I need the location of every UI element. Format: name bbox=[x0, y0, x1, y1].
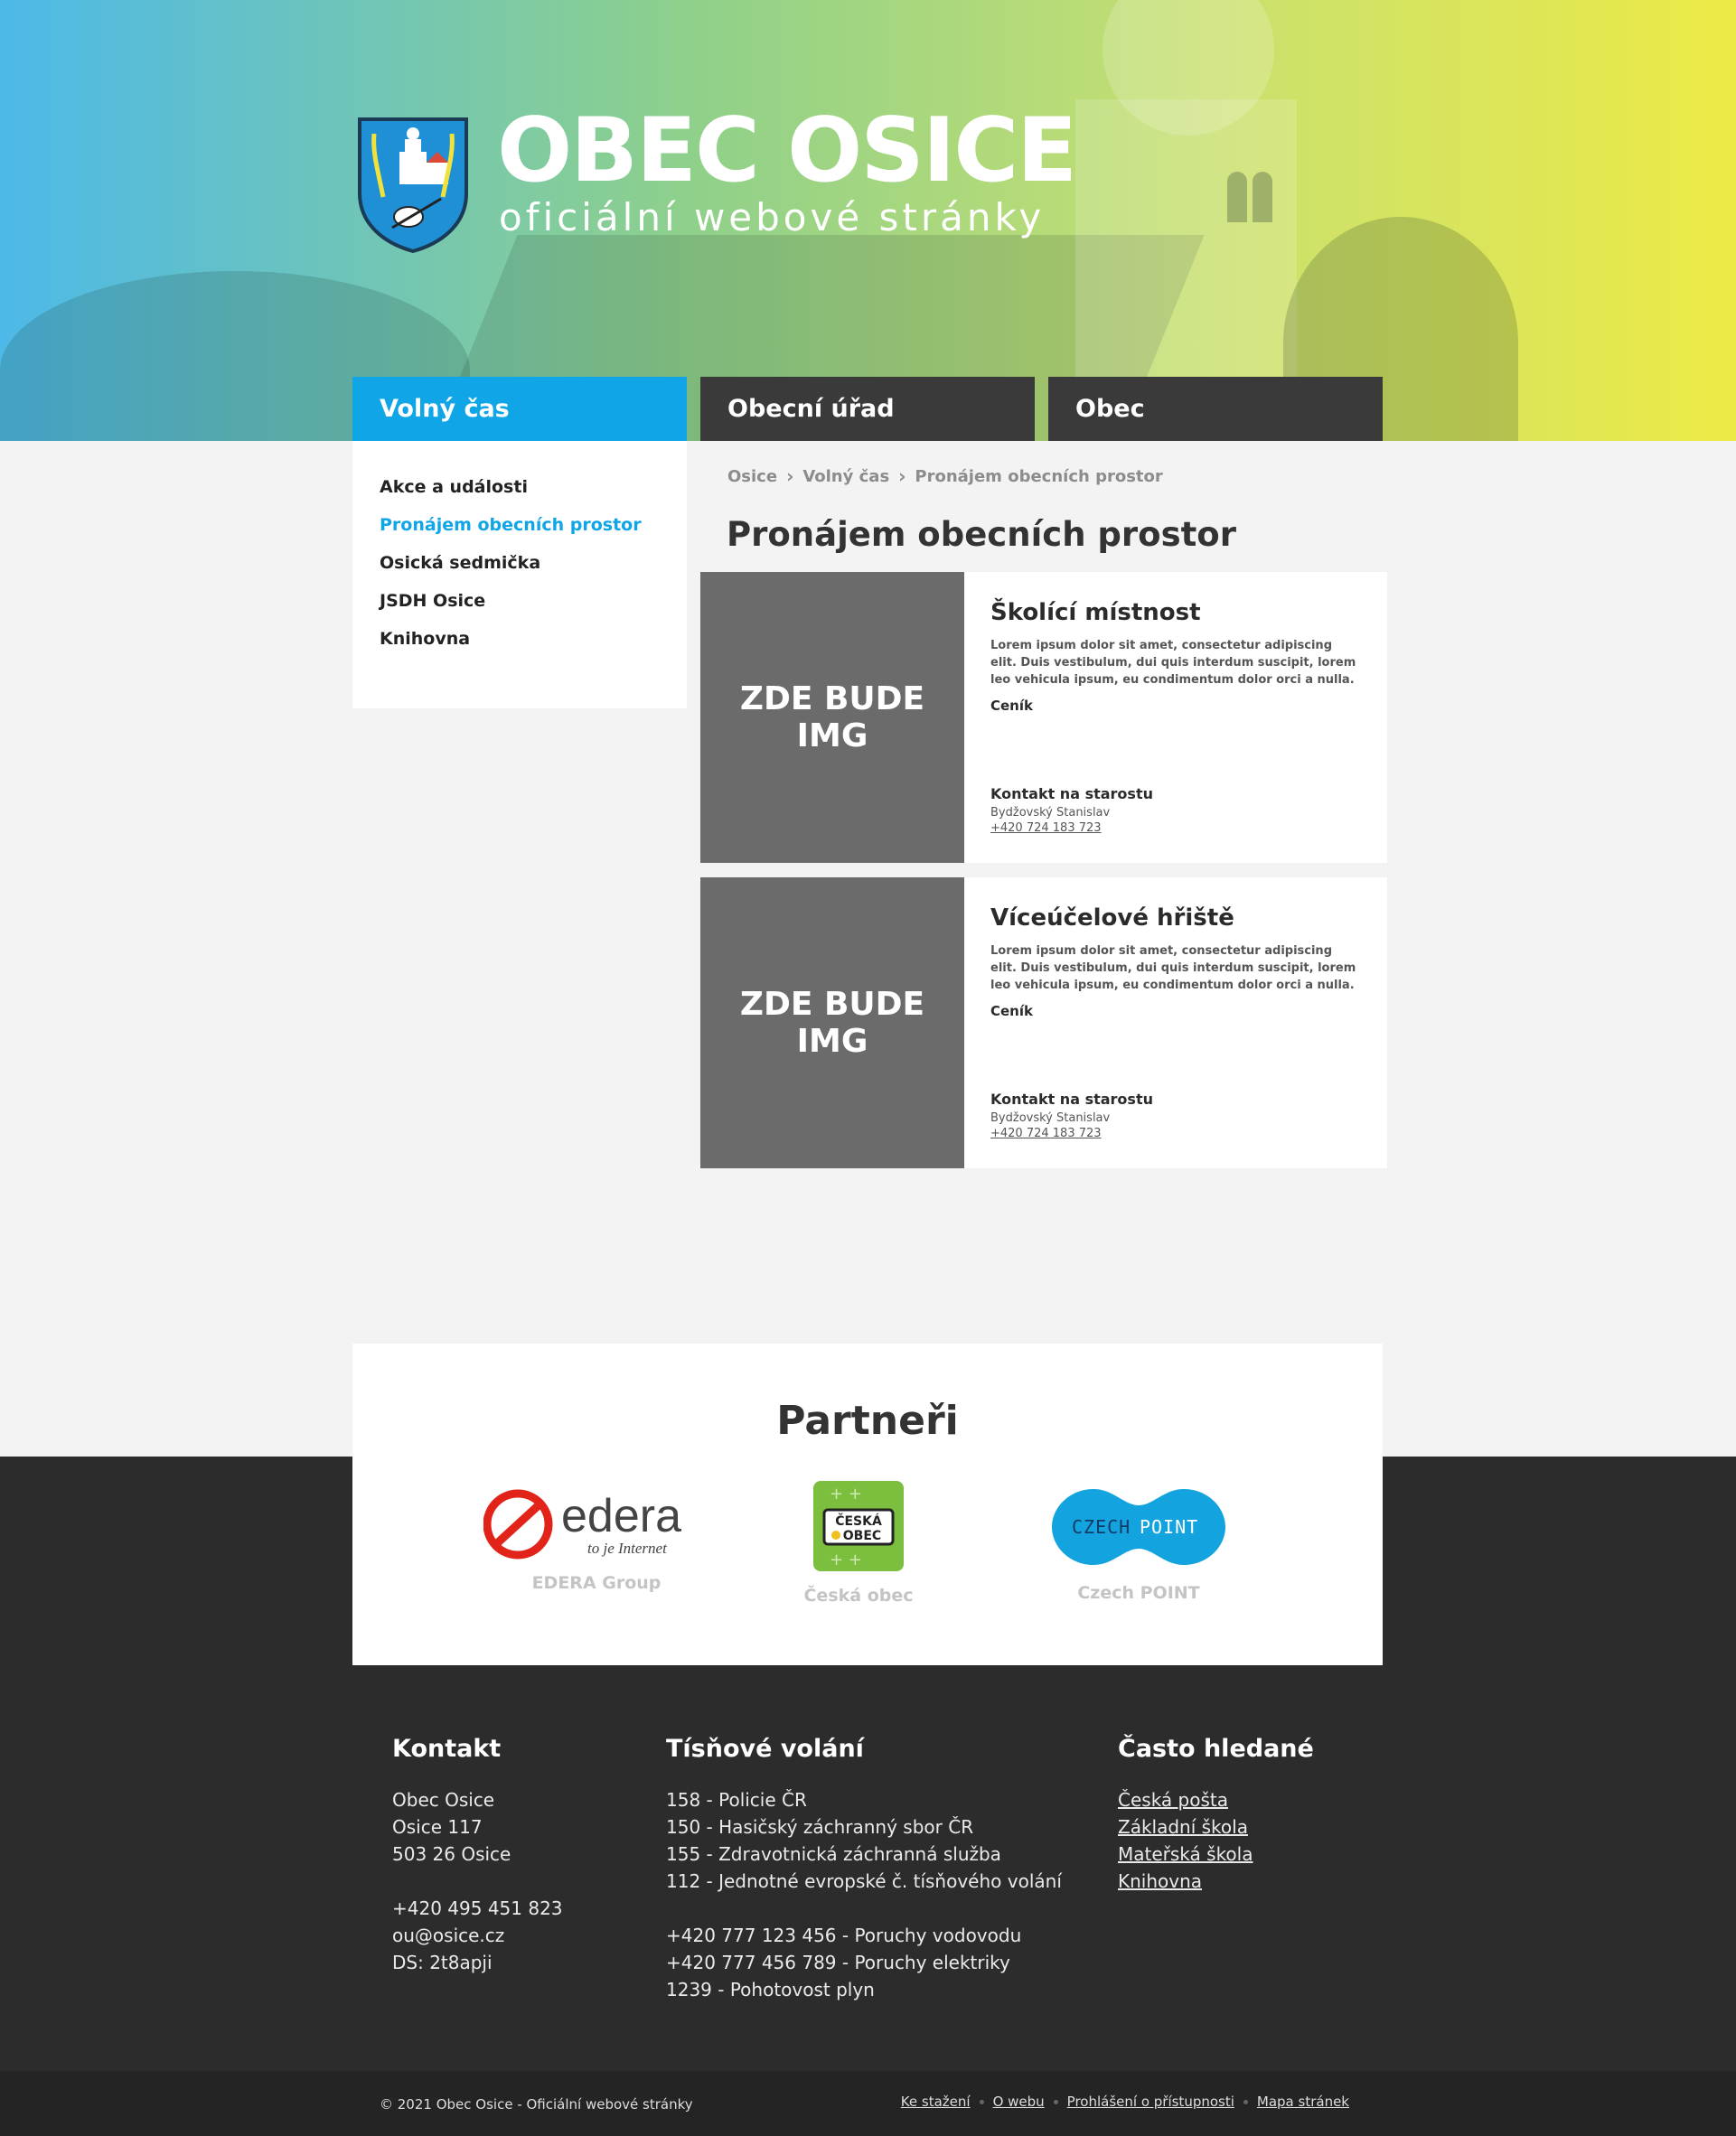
ceska-obec-logo-text: OBEC bbox=[843, 1529, 881, 1543]
edera-logo-tagline: to je Internet bbox=[587, 1540, 668, 1557]
footer-line: 503 26 Osice bbox=[392, 1843, 511, 1865]
card-title: Školící místnost bbox=[990, 599, 1201, 626]
site-title[interactable]: OBEC OSICE bbox=[497, 107, 1077, 195]
partner-czech-point[interactable]: CZECH POINT Czech POINT bbox=[1044, 1484, 1234, 1603]
coat-of-arms-logo[interactable] bbox=[356, 116, 470, 253]
rental-card: ZDE BUDE IMG Víceúčelové hřiště Lorem ip… bbox=[700, 877, 1387, 1168]
partners-section: Partneři edera to je Internet EDERA Grou… bbox=[352, 1344, 1383, 1665]
footer-line: +420 777 123 456 - Poruchy vodovodu bbox=[666, 1925, 1022, 1946]
footer-heading: Kontakt bbox=[392, 1735, 502, 1763]
tab-obec[interactable]: Obec bbox=[1048, 377, 1383, 441]
chevron-right-icon: › bbox=[898, 465, 906, 487]
separator-dot bbox=[1053, 2099, 1058, 2104]
sidebar-item-jsdh[interactable]: JSDH Osice bbox=[380, 582, 660, 620]
partner-name: EDERA Group bbox=[531, 1573, 662, 1593]
contact-label: Kontakt na starostu bbox=[990, 785, 1153, 802]
copyright: © 2021 Obec Osice - Oficiální webové str… bbox=[380, 2096, 693, 2113]
svg-text:+ +: + + bbox=[830, 1485, 862, 1504]
partner-name: Česká obec bbox=[803, 1586, 914, 1606]
footer-heading: Často hledané bbox=[1118, 1735, 1314, 1763]
footer-line: 150 - Hasičský záchranný sbor ČR bbox=[666, 1816, 974, 1838]
price-link[interactable]: Ceník bbox=[990, 698, 1361, 714]
breadcrumb: Osice › Volný čas › Pronájem obecních pr… bbox=[727, 465, 1163, 487]
svg-text:+ +: + + bbox=[830, 1550, 862, 1569]
footer-line: 1239 - Pohotovost plyn bbox=[666, 1979, 875, 2000]
breadcrumb-item[interactable]: Osice bbox=[727, 467, 777, 486]
edera-logo-text: edera bbox=[561, 1490, 681, 1542]
hero-window bbox=[1227, 172, 1247, 222]
footer-line: +420 777 456 789 - Poruchy elektriky bbox=[666, 1952, 1010, 1973]
czech-point-logo-icon: CZECH POINT bbox=[1052, 1489, 1225, 1565]
card-title: Víceúčelové hřiště bbox=[990, 904, 1234, 932]
partner-name: Czech POINT bbox=[1077, 1583, 1200, 1603]
czech-point-logo-text: CZECH bbox=[1072, 1516, 1131, 1538]
contact-label: Kontakt na starostu bbox=[990, 1091, 1153, 1108]
footer-casto: Často hledané Česká pošta Základní škola… bbox=[1118, 1735, 1314, 1895]
bottom-bar bbox=[0, 2071, 1736, 2136]
separator-dot bbox=[1243, 2099, 1248, 2104]
sidebar: Akce a události Pronájem obecních prosto… bbox=[352, 441, 687, 708]
bottom-link[interactable]: Prohlášení o přístupnosti bbox=[1067, 2094, 1234, 2110]
partners-title: Partneři bbox=[776, 1398, 959, 1444]
edera-logo-icon: edera to je Internet bbox=[483, 1489, 681, 1560]
sidebar-item-akce[interactable]: Akce a události bbox=[380, 468, 660, 506]
ceska-obec-logo-icon: ČESKÁ OBEC + + + + bbox=[813, 1481, 904, 1571]
breadcrumb-item: Pronájem obecních prostor bbox=[915, 466, 1163, 486]
footer-email[interactable]: ou@osice.cz bbox=[392, 1922, 563, 1949]
footer-spacer bbox=[392, 1868, 563, 1895]
footer-spacer bbox=[666, 1895, 1062, 1922]
bottom-link[interactable]: Ke stažení bbox=[901, 2094, 971, 2110]
image-placeholder: ZDE BUDE IMG bbox=[700, 877, 964, 1168]
tab-volny-cas[interactable]: Volný čas bbox=[352, 377, 687, 441]
chevron-right-icon: › bbox=[786, 465, 794, 487]
tab-obecni-urad[interactable]: Obecní úřad bbox=[700, 377, 1035, 441]
price-link[interactable]: Ceník bbox=[990, 1003, 1361, 1019]
footer-link[interactable]: Česká pošta bbox=[1118, 1786, 1314, 1813]
footer-tisnove: Tísňové volání 158 - Policie ČR 150 - Ha… bbox=[666, 1735, 1062, 2003]
footer-line: 155 - Zdravotnická záchranná služba bbox=[666, 1843, 1001, 1865]
page-title: Pronájem obecních prostor bbox=[727, 515, 1236, 554]
bottom-links: Ke stažení O webu Prohlášení o přístupno… bbox=[901, 2094, 1349, 2110]
footer-heading: Tísňové volání bbox=[666, 1735, 864, 1763]
footer-line: 158 - Policie ČR bbox=[666, 1789, 807, 1811]
rental-card: ZDE BUDE IMG Školící místnost Lorem ipsu… bbox=[700, 572, 1387, 863]
footer-kontakt: Kontakt Obec Osice Osice 117 503 26 Osic… bbox=[392, 1735, 563, 1976]
bottom-link[interactable]: O webu bbox=[993, 2094, 1045, 2110]
sidebar-item-pronajem[interactable]: Pronájem obecních prostor bbox=[380, 506, 660, 544]
footer-line: 112 - Jednotné evropské č. tísňového vol… bbox=[666, 1870, 1062, 1892]
image-placeholder: ZDE BUDE IMG bbox=[700, 572, 964, 863]
ceska-obec-logo-text: ČESKÁ bbox=[835, 1513, 882, 1529]
contact-name: Bydžovský Stanislav bbox=[990, 1111, 1111, 1125]
czech-point-logo-text: POINT bbox=[1140, 1516, 1198, 1538]
hero-window bbox=[1253, 172, 1272, 222]
separator-dot bbox=[979, 2099, 984, 2104]
footer-phone[interactable]: +420 495 451 823 bbox=[392, 1895, 563, 1922]
partner-ceska-obec[interactable]: ČESKÁ OBEC + + + + Česká obec bbox=[791, 1479, 926, 1606]
footer-line: Obec Osice bbox=[392, 1789, 495, 1811]
card-description: Lorem ipsum dolor sit amet, consectetur … bbox=[990, 639, 1356, 687]
card-description: Lorem ipsum dolor sit amet, consectetur … bbox=[990, 944, 1356, 992]
breadcrumb-item[interactable]: Volný čas bbox=[802, 467, 889, 486]
sidebar-item-sedmicka[interactable]: Osická sedmička bbox=[380, 544, 660, 582]
footer-link[interactable]: Mateřská škola bbox=[1118, 1841, 1314, 1868]
footer-line: DS: 2t8apji bbox=[392, 1952, 493, 1973]
bottom-link[interactable]: Mapa stránek bbox=[1257, 2094, 1349, 2110]
contact-phone-link[interactable]: +420 724 183 723 bbox=[990, 821, 1153, 835]
contact-name: Bydžovský Stanislav bbox=[990, 806, 1111, 820]
sidebar-item-knihovna[interactable]: Knihovna bbox=[380, 620, 660, 658]
footer-link[interactable]: Knihovna bbox=[1118, 1868, 1314, 1895]
footer-link[interactable]: Základní škola bbox=[1118, 1813, 1314, 1841]
site-subtitle: oficiální webové stránky bbox=[499, 195, 1046, 239]
partner-edera[interactable]: edera to je Internet EDERA Group bbox=[483, 1488, 709, 1593]
contact-phone-link[interactable]: +420 724 183 723 bbox=[990, 1127, 1153, 1140]
footer-line: Osice 117 bbox=[392, 1816, 483, 1838]
